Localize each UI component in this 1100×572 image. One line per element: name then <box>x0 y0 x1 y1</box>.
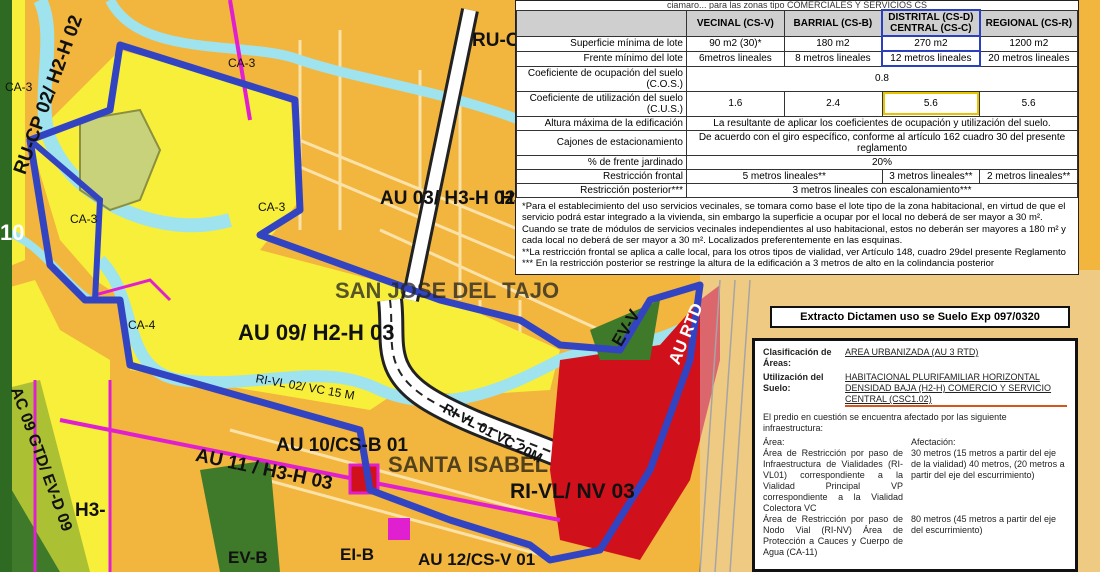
infra-afectacion-2: 80 metros (45 metros a partir del eje de… <box>911 514 1057 535</box>
note-1: *Para el establecimiento del uso servici… <box>522 200 1066 224</box>
label-h3-left: H3- <box>75 500 106 521</box>
label-ca3-b: CA-3 <box>5 80 33 94</box>
infra-table: Área: Afectación: Área de Restricción po… <box>763 437 1067 558</box>
zoning-table: VECINAL (CS-V) BARRIAL (CS-B) DISTRITAL … <box>516 9 1078 198</box>
table-row: Cajones de estacionamiento De acuerdo co… <box>516 129 1078 156</box>
utilizacion-label: Utilización del Suelo: <box>763 372 824 393</box>
table-row: Restricción frontal 5 metros lineales** … <box>516 168 1078 184</box>
label-ten: 10 <box>0 220 25 245</box>
table-row: Frente mínimo del lote 6metros lineales … <box>516 50 1078 67</box>
zone-ei-b-lot <box>388 518 410 540</box>
clasificacion-label: Clasificación de Áreas: <box>763 347 832 368</box>
cus-highlight-cell: 5.6 <box>881 90 981 117</box>
table-row: Superficie mínima de lote 90 m2 (30)* 18… <box>516 35 1078 52</box>
dictamen-caption: Extracto Dictamen uso se Suelo Exp 097/0… <box>770 306 1070 328</box>
infra-afectacion-1: 30 metros (15 metros a partir del eje de… <box>911 448 1065 480</box>
label-ri-vl-nv: RI-VL/ NV 03 <box>510 480 635 503</box>
note-3: **La restricción frontal se aplica a cal… <box>522 246 1066 258</box>
table-notes: *Para el establecimiento del uso servici… <box>516 198 1078 273</box>
col-afectacion-header: Afectación: <box>911 437 956 447</box>
label-au03: AU 03/ H3-H 02 <box>380 188 516 209</box>
note-2: Cuando se trate de módulos de servicios … <box>522 223 1066 247</box>
header-barrial: BARRIAL (CS-B) <box>783 9 883 37</box>
label-ca4: CA-4 <box>128 318 156 332</box>
label-au12: AU 12/CS-V 01 <box>418 550 536 569</box>
dictamen-intro: El predio en cuestión se encuentra afect… <box>763 412 1007 433</box>
header-regional: REGIONAL (CS-R) <box>979 9 1078 37</box>
infra-area-2: Área de Restricción por paso de Nodo Via… <box>763 514 903 557</box>
table-row: Altura máxima de la edificación La resul… <box>516 115 1078 131</box>
note-4: *** En la restricción posterior se restr… <box>522 258 995 269</box>
col-area-header: Área: <box>763 437 785 447</box>
table-header-row: VECINAL (CS-V) BARRIAL (CS-B) DISTRITAL … <box>516 9 1078 37</box>
clasificacion-value: AREA URBANIZADA (AU 3 RTD) <box>845 347 979 357</box>
table-top-caption: ciamaro... para las zonas tipo COMERCIAL… <box>666 1 928 9</box>
table-row: Coeficiente de ocupación del suelo (C.O.… <box>516 65 1078 92</box>
dictamen-panel: Clasificación de Áreas: AREA URBANIZADA … <box>752 338 1078 572</box>
label-san-jose: SAN JOSE DEL TAJO <box>335 278 560 303</box>
utilizacion-value: HABITACIONAL PLURIFAMILIAR HORIZONTAL DE… <box>845 372 1067 407</box>
label-ev-b: EV-B <box>228 548 268 567</box>
header-vecinal: VECINAL (CS-V) <box>686 9 785 37</box>
label-ca3-c: CA-3 <box>70 212 98 226</box>
table-row: Coeficiente de utilización del suelo (C.… <box>516 90 1078 117</box>
label-ca3-a: CA-3 <box>228 56 256 70</box>
label-ca3-d: CA-3 <box>258 200 286 214</box>
infra-area-1: Área de Restricción por paso de Infraest… <box>763 448 903 513</box>
label-santa-isabel: SANTA ISABEL <box>388 452 549 477</box>
label-ei-b: EI-B <box>340 545 374 564</box>
header-distrital: DISTRITAL (CS-D) CENTRAL (CS-C) <box>881 9 981 37</box>
label-ru-top: RU-C <box>472 30 520 51</box>
table-row: Restricción posterior*** 3 metros lineal… <box>516 182 1078 198</box>
label-au09: AU 09/ H2-H 03 <box>238 320 395 345</box>
zoning-table-panel: ciamaro... para las zonas tipo COMERCIAL… <box>515 0 1079 275</box>
table-row: % de frente jardinado 20% <box>516 154 1078 170</box>
